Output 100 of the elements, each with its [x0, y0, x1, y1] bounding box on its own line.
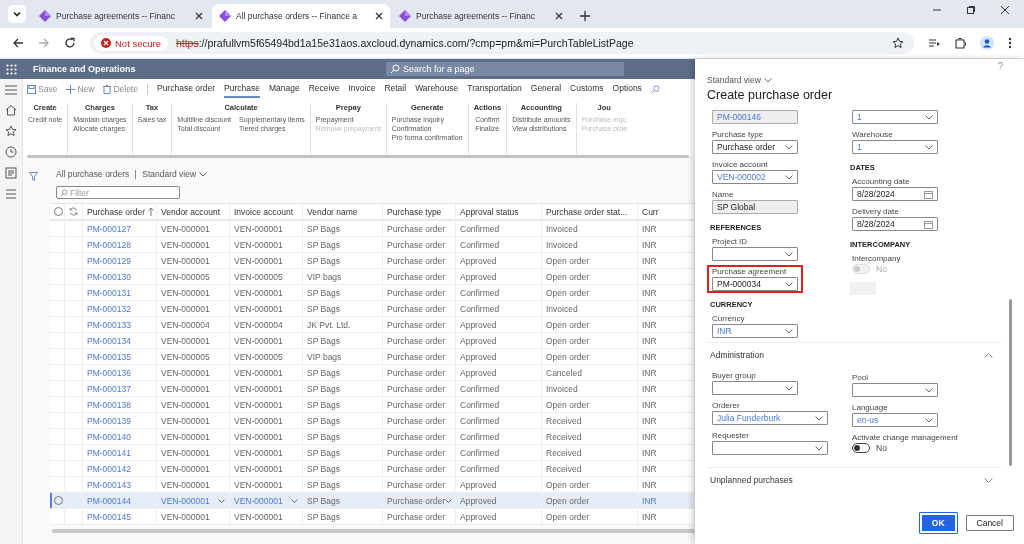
close-icon[interactable] [375, 12, 383, 20]
order-link[interactable]: PM-000136 [87, 367, 131, 378]
ribbon-tab[interactable]: General [530, 80, 562, 98]
ribbon-tab[interactable]: Purchase order [156, 80, 216, 98]
column-header[interactable]: Vendor name [303, 204, 383, 219]
table-row[interactable]: PM-000129 VEN-000001 VEN-000001 SP Bags Purchase order Approved Open order INR [50, 253, 695, 269]
ribbon-tab[interactable]: Invoice [348, 80, 376, 98]
cancel-button[interactable]: Cancel [965, 515, 1014, 531]
star-icon[interactable] [892, 37, 904, 49]
ribbon-tab[interactable]: Transportation [467, 80, 522, 98]
close-icon[interactable] [195, 12, 203, 20]
table-row[interactable]: PM-000142 VEN-000001 VEN-000001 SP Bags Purchase order Confirmed Received INR [50, 461, 695, 477]
table-row[interactable]: PM-000137 VEN-000001 VEN-000001 SP Bags Purchase order Confirmed Invoiced INR [50, 381, 695, 397]
order-link[interactable]: PM-000145 [87, 511, 131, 522]
dropdown-field[interactable] [712, 381, 798, 395]
order-link[interactable]: PM-000134 [87, 335, 131, 346]
select-all-checkbox[interactable] [54, 207, 63, 216]
puzzle-icon[interactable] [954, 37, 966, 49]
dropdown-field[interactable]: 1 [852, 110, 938, 124]
table-row[interactable]: PM-000128 VEN-000001 VEN-000001 SP Bags Purchase order Confirmed Invoiced INR [50, 237, 695, 253]
order-link[interactable]: PM-000128 [87, 239, 131, 250]
table-row[interactable]: PM-000135 VEN-000005 VEN-000005 VIP bags Purchase order Approved Open order INR [50, 349, 695, 365]
order-link[interactable]: PM-000137 [87, 383, 131, 394]
dropdown-field[interactable]: en-us [852, 413, 938, 427]
caret-icon[interactable] [291, 498, 298, 503]
view-selector[interactable]: Standard view [142, 169, 208, 179]
dropdown-field[interactable]: Purchase order [712, 140, 798, 154]
clock-icon[interactable] [5, 146, 17, 158]
table-row[interactable]: PM-000131 VEN-000001 VEN-000001 SP Bags Purchase order Confirmed Open order INR [50, 285, 695, 301]
column-header[interactable]: Purchase order stat... [542, 204, 638, 219]
ribbon-tab[interactable]: Warehouse [415, 80, 459, 98]
order-link[interactable]: PM-000141 [87, 447, 131, 458]
more-icon[interactable] [1008, 37, 1012, 49]
order-link[interactable]: PM-000140 [87, 431, 131, 442]
section-header[interactable]: Unplanned purchases [707, 467, 1001, 492]
order-link[interactable]: PM-000132 [87, 303, 131, 314]
column-header[interactable]: Vendor account [157, 204, 230, 219]
new-tab-icon[interactable] [580, 11, 590, 21]
order-link[interactable]: PM-000139 [87, 415, 131, 426]
readonly-field[interactable]: SP Global [712, 200, 798, 214]
column-header[interactable]: Invoice account [230, 204, 303, 219]
table-row[interactable]: PM-000138 VEN-000001 VEN-000001 SP Bags Purchase order Confirmed Open order INR [50, 397, 695, 413]
order-link[interactable]: PM-000144 [87, 495, 156, 506]
ribbon-tab[interactable]: Customs [570, 80, 604, 98]
home-icon[interactable] [5, 104, 17, 116]
dropdown-field[interactable]: 1 [852, 140, 938, 154]
order-link[interactable]: PM-000133 [87, 319, 131, 330]
readonly-field[interactable]: PM-000146 [712, 110, 798, 124]
ribbon-tab[interactable]: Retail [384, 80, 407, 98]
new-button[interactable]: New [66, 84, 95, 94]
ribbon-tab[interactable]: Receive [308, 80, 340, 98]
order-link[interactable]: PM-000129 [87, 255, 131, 266]
table-row[interactable]: PM-000144 VEN-000001 VEN-000001 SP Bags Purchase order Approved Open order INR [50, 493, 695, 509]
dropdown-field[interactable] [712, 441, 828, 455]
browser-tab[interactable]: Purchase agreements -- Financ [392, 4, 570, 28]
order-link[interactable]: PM-000131 [87, 287, 131, 298]
profile-icon[interactable] [980, 36, 994, 50]
dropdown-field[interactable] [852, 383, 938, 397]
table-row[interactable]: PM-000134 VEN-000001 VEN-000001 SP Bags Purchase order Approved Open order INR [50, 333, 695, 349]
media-icon[interactable] [928, 37, 940, 49]
table-row[interactable]: PM-000127 VEN-000001 VEN-000001 SP Bags Purchase order Confirmed Invoiced INR [50, 221, 695, 237]
table-row[interactable]: PM-000133 VEN-000004 VEN-000004 JK Pvt. Ltd. Purchase order Approved Open order INR [50, 317, 695, 333]
order-link[interactable]: PM-000142 [87, 463, 131, 474]
dropdown-field[interactable]: INR [712, 324, 798, 338]
column-header[interactable]: Approval status [456, 204, 542, 219]
reload-icon[interactable] [64, 37, 76, 49]
table-row[interactable]: PM-000141 VEN-000001 VEN-000001 SP Bags Purchase order Confirmed Received INR [50, 445, 695, 461]
dropdown-field[interactable]: PM-000034 [712, 277, 798, 291]
tab-list-button[interactable] [8, 5, 26, 23]
table-row[interactable]: PM-000130 VEN-000005 VEN-000005 VIP bags Purchase order Approved Open order INR [50, 269, 695, 285]
close-icon[interactable] [555, 12, 563, 20]
ribbon-tab[interactable]: Options [612, 80, 642, 98]
save-button[interactable]: Save [27, 84, 58, 94]
refresh-icon[interactable] [69, 207, 78, 216]
caret-icon[interactable] [445, 498, 453, 503]
column-header[interactable]: Purchase order [83, 204, 157, 219]
scrollbar[interactable] [27, 155, 689, 158]
order-link[interactable]: PM-000127 [87, 223, 131, 234]
back-icon[interactable] [12, 37, 24, 49]
security-chip[interactable]: Not secure [94, 35, 168, 51]
row-radio[interactable] [54, 496, 63, 505]
close-icon[interactable] [1000, 5, 1010, 15]
table-row[interactable]: PM-000145 VEN-000001 VEN-000001 SP Bags Purchase order Approved Open order INR [50, 509, 695, 525]
dropdown-field[interactable]: VEN-000002 [712, 170, 798, 184]
table-row[interactable]: PM-000132 VEN-000001 VEN-000001 SP Bags Purchase order Confirmed Invoiced INR [50, 301, 695, 317]
dropdown-field[interactable]: Julia Funderburk [712, 411, 828, 425]
browser-tab[interactable]: Purchase agreements -- Financ [32, 4, 210, 28]
restore-icon[interactable] [966, 5, 976, 15]
dropdown-field[interactable] [712, 247, 798, 261]
table-row[interactable]: PM-000136 VEN-000001 VEN-000001 SP Bags Purchase order Approved Canceled INR [50, 365, 695, 381]
scrollbar[interactable] [52, 529, 695, 533]
toggle-switch[interactable] [852, 443, 870, 453]
filter-icon[interactable] [29, 172, 38, 181]
table-row[interactable]: PM-000139 VEN-000001 VEN-000001 SP Bags Purchase order Confirmed Received INR [50, 413, 695, 429]
date-field[interactable]: 8/28/2024 [852, 187, 938, 201]
column-header[interactable]: Purchase type [383, 204, 456, 219]
view-selector[interactable]: Standard view [707, 75, 1003, 85]
address-bar[interactable]: Not secure https://prafullvm5f65494bd1a15e31aos.axcloud.dynamics.com/?cmp=pm&mi=PurchTableListPage [90, 32, 914, 54]
workspace-icon[interactable] [5, 167, 17, 179]
app-launcher-icon[interactable] [6, 63, 17, 75]
